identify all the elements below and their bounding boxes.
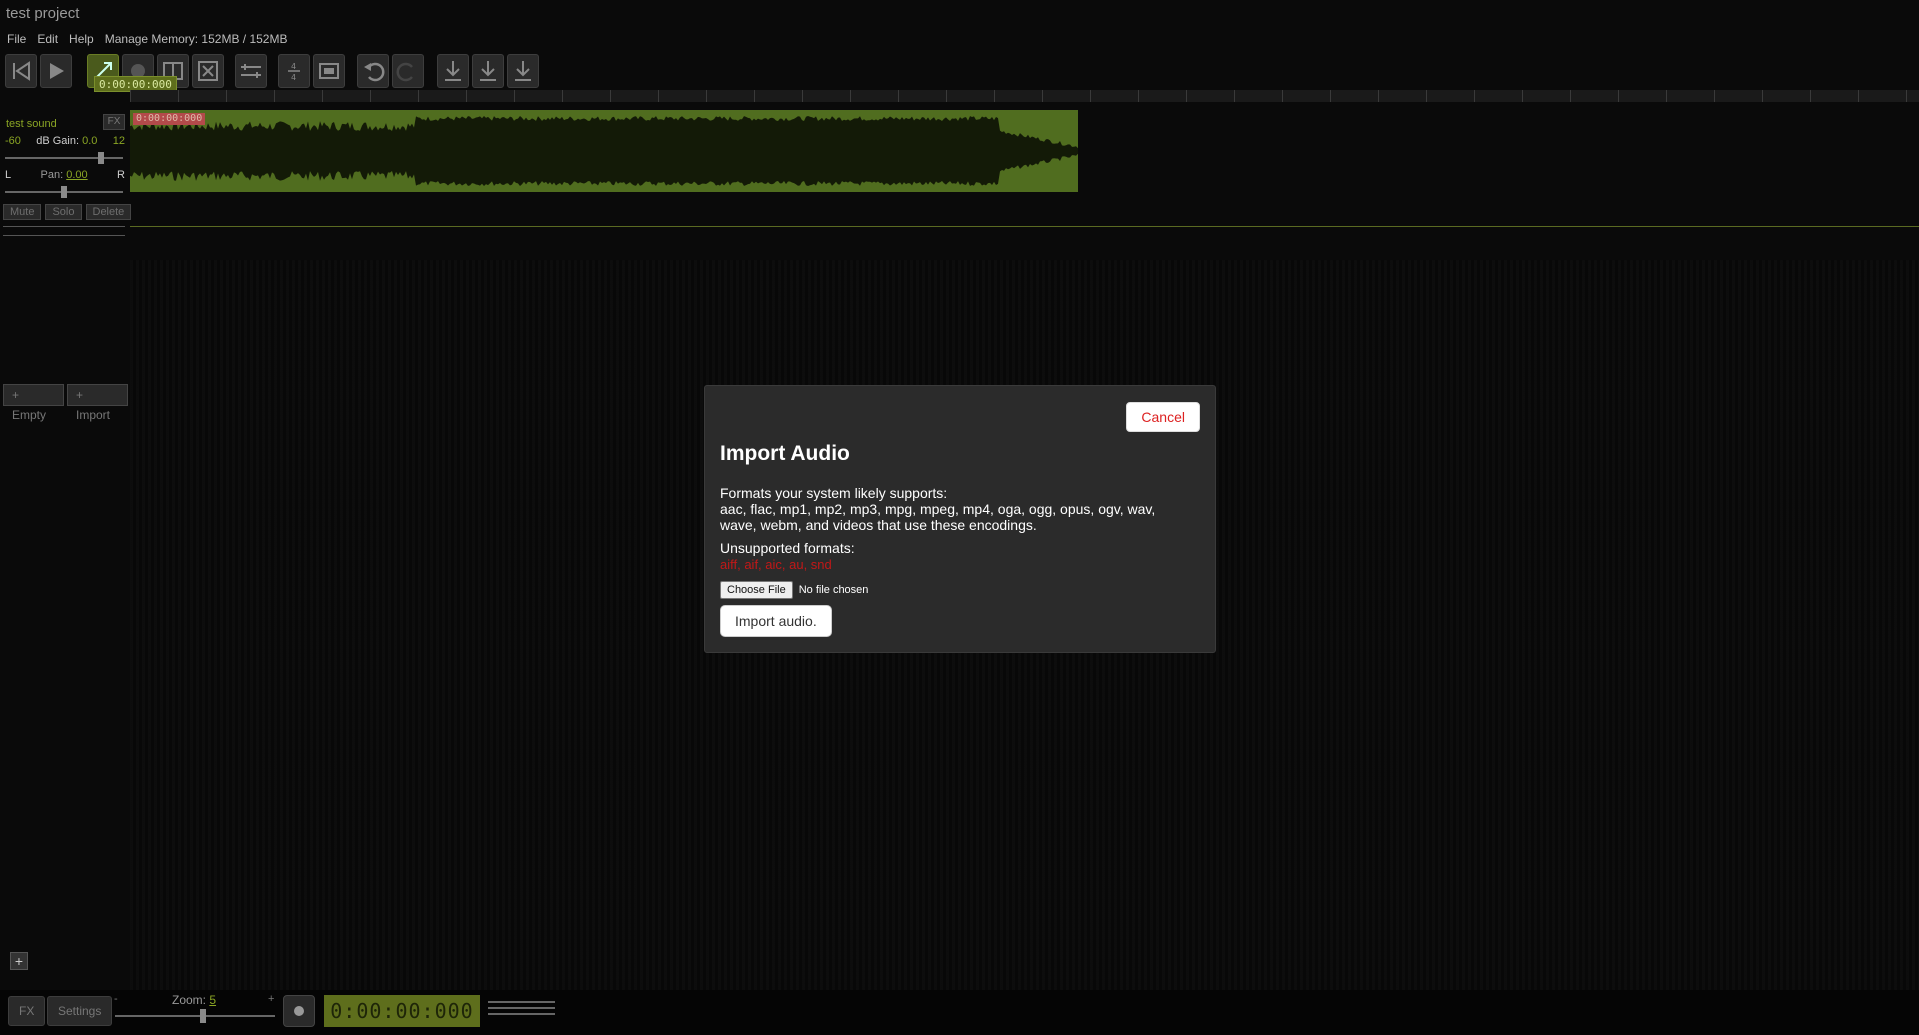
add-import-track-button[interactable]: + Import [67,384,128,422]
mute-button[interactable]: Mute [3,204,42,220]
record-icon [294,1006,304,1016]
tempo-button[interactable]: 44 [278,54,310,88]
add-icon[interactable]: + [10,952,28,970]
menu-manage-memory[interactable]: Manage Memory: 152MB / 152MB [105,32,288,46]
gain-label-wrap: dB Gain: 0.0 [36,135,97,147]
pan-slider[interactable] [5,186,123,198]
solo-button[interactable]: Solo [45,204,82,220]
supported-formats-list: aac, flac, mp1, mp2, mp3, mpg, mpeg, mp4… [720,501,1156,533]
redo-icon [396,62,413,82]
track-name[interactable]: test sound [6,118,57,130]
app-title: test project [6,5,80,22]
ruler-ticks [130,90,1919,102]
pan-label: Pan: [40,169,64,181]
menubar: File Edit Help Manage Memory: 152MB / 15… [7,32,287,46]
gain-slider-handle[interactable] [97,152,104,164]
file-input: Choose File No file chosen [720,581,868,599]
clip-time-label: 0:00:00:000 [133,113,206,125]
play-button[interactable] [40,54,72,88]
pan-right: R [117,169,125,181]
waveform-shape [130,116,1078,186]
volume-automation-line[interactable] [130,226,1919,227]
zoom-slider-handle[interactable] [200,1009,206,1023]
export-mp3-icon [480,61,496,81]
gain-slider[interactable] [5,152,123,164]
gain-row: -60 dB Gain: 0.0 12 [5,135,125,147]
gain-max: 12 [112,135,125,147]
bottom-bar: FX Settings - Zoom: 5 + 0:00:00:000 [0,990,1919,1035]
track-fx-button[interactable]: FX [103,114,125,130]
undo-icon [364,62,385,82]
supported-formats-heading: Formats your system likely supports: [720,485,948,501]
export-mp3-button[interactable] [472,54,504,88]
delete-selection-button[interactable] [192,54,224,88]
unsupported-formats-heading: Unsupported formats: [720,540,855,556]
tempo-icon: 44 [288,62,300,82]
download-button[interactable] [507,54,539,88]
record-button[interactable] [283,995,315,1027]
import-audio-dialog: Cancel Import Audio Formats your system … [704,385,1216,653]
timeline-ruler[interactable] [130,90,1919,102]
svg-text:4: 4 [291,62,296,71]
menu-file[interactable]: File [7,32,26,46]
track-meter [3,226,125,236]
waveform [130,116,1078,186]
export-wav-button[interactable] [437,54,469,88]
add-empty-track-button[interactable]: + Empty [3,384,64,422]
arrange-button[interactable] [235,54,267,88]
track-buttons: Mute Solo Delete [3,204,132,220]
cancel-button[interactable]: Cancel [1126,402,1200,432]
zoom-value[interactable]: 5 [209,993,216,1007]
menu-help[interactable]: Help [69,32,94,46]
dialog-title: Import Audio [720,442,850,465]
zoom-minus[interactable]: - [114,993,118,1005]
gain-value[interactable]: 0.0 [82,135,97,147]
svg-text:4: 4 [291,73,296,82]
delete-icon [198,61,218,81]
pan-value[interactable]: 0.00 [66,169,87,181]
zoom-label: Zoom: [172,993,207,1007]
choose-file-button[interactable]: Choose File [720,581,793,599]
zoom-plus[interactable]: + [268,993,274,1005]
import-audio-button[interactable]: Import audio. [720,605,832,637]
redo-button[interactable] [392,54,424,88]
file-status: No file chosen [798,584,869,596]
pan-label-wrap: Pan: 0.00 [41,169,88,181]
video-icon [319,63,339,79]
gain-min: -60 [5,135,21,147]
toolbar: 44 [5,54,545,88]
pan-slider-handle[interactable] [61,186,67,198]
pan-left: L [5,169,12,181]
skip-back-button[interactable] [5,54,37,88]
arrange-icon [241,64,261,78]
zoom-slider[interactable] [115,1015,275,1017]
download-icon [515,61,531,81]
skip-back-icon [13,61,30,81]
play-icon [50,63,64,79]
master-fx-button[interactable]: FX [8,996,46,1026]
menu-edit[interactable]: Edit [37,32,58,46]
time-display: 0:00:00:000 [324,995,480,1027]
master-meter [488,1001,555,1021]
video-button[interactable] [313,54,345,88]
add-track-buttons: + Empty + Import [3,384,128,422]
undo-button[interactable] [357,54,389,88]
pan-row: L Pan: 0.00 R [5,169,125,181]
zoom-label-wrap: Zoom: 5 [172,993,216,1007]
delete-track-button[interactable]: Delete [85,204,132,220]
unsupported-formats-list: aiff, aif, aic, au, snd [720,557,832,572]
settings-button[interactable]: Settings [47,996,113,1026]
gain-label: dB Gain: [36,135,80,147]
export-wav-icon [445,61,461,81]
audio-clip[interactable]: 0:00:00:000 [130,110,1078,192]
